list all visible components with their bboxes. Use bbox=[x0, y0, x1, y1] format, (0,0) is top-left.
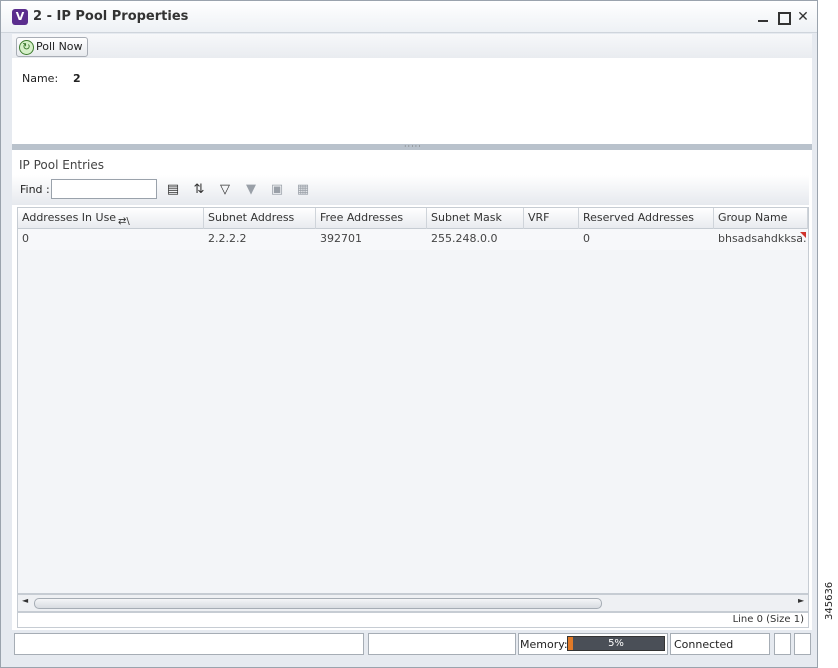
export-icon[interactable]: ▤ bbox=[164, 181, 182, 199]
cell-vrf bbox=[524, 229, 579, 250]
column-header-reserved-addresses[interactable]: Reserved Addresses bbox=[579, 208, 714, 229]
horizontal-scrollbar[interactable]: ◄ ► bbox=[17, 594, 809, 612]
app-logo-icon: V bbox=[12, 9, 28, 25]
print-icon[interactable]: ▦ bbox=[294, 181, 312, 199]
poll-now-button[interactable]: ↻ Poll Now bbox=[16, 37, 88, 57]
column-header-subnet-mask[interactable]: Subnet Mask bbox=[427, 208, 524, 229]
cell-free-addresses: 392701 bbox=[320, 232, 362, 245]
cell-reserved-addresses: 0 bbox=[583, 232, 590, 245]
figure-id: 345636 bbox=[824, 581, 835, 620]
scrollbar-thumb[interactable] bbox=[34, 598, 602, 609]
column-header-vrf[interactable]: VRF bbox=[524, 208, 579, 229]
column-header-subnet-address[interactable]: Subnet Address bbox=[204, 208, 316, 229]
maximize-icon[interactable] bbox=[775, 9, 791, 25]
poll-now-label: Poll Now bbox=[36, 40, 83, 53]
copy-icon[interactable]: ▣ bbox=[268, 181, 286, 199]
section-title: IP Pool Entries bbox=[19, 158, 105, 172]
sort-indicator-icon: ⇄\ bbox=[118, 216, 130, 227]
memory-bar: 5% bbox=[567, 636, 665, 651]
splitter-grip-icon[interactable]: ····· bbox=[404, 143, 422, 151]
line-status: Line 0 (Size 1) bbox=[732, 614, 804, 625]
column-header-addresses-in-use[interactable]: Addresses In Use ⇄\ bbox=[18, 208, 204, 229]
cell-group-name: bhsadsahdkksa... bbox=[718, 232, 806, 245]
cell-subnet-mask: 255.248.0.0 bbox=[431, 232, 498, 245]
table-row[interactable]: 0 2.2.2.2 392701 255.248.0.0 0 bhsadsahd… bbox=[18, 229, 808, 250]
connection-status: Connected bbox=[674, 638, 734, 651]
memory-label: Memory: bbox=[520, 638, 568, 651]
advanced-filter-icon[interactable]: ▼ bbox=[242, 181, 260, 199]
status-field-1 bbox=[14, 633, 364, 655]
cell-addresses-in-use: 0 bbox=[22, 232, 29, 245]
filter-icon[interactable]: ▽ bbox=[216, 181, 234, 199]
name-value: 2 bbox=[73, 72, 81, 85]
column-header-group-name[interactable]: Group Name bbox=[714, 208, 808, 229]
memory-percent: 5% bbox=[608, 638, 624, 649]
entries-table: Addresses In Use ⇄\ Subnet Address Free … bbox=[17, 207, 809, 594]
line-status-bar: Line 0 (Size 1) bbox=[17, 612, 809, 628]
refresh-icon: ↻ bbox=[19, 39, 34, 55]
truncation-marker-icon bbox=[800, 232, 806, 238]
top-toolbar: ↻ Poll Now bbox=[12, 34, 812, 58]
scroll-left-icon[interactable]: ◄ bbox=[22, 596, 28, 605]
title-bar[interactable]: V 2 - IP Pool Properties ✕ bbox=[1, 1, 817, 33]
minimize-icon[interactable] bbox=[755, 9, 771, 25]
close-icon[interactable]: ✕ bbox=[795, 9, 811, 25]
find-toolbar: Find : ▤ ⇅ ▽ ▼ ▣ ▦ bbox=[12, 175, 809, 205]
status-field-5 bbox=[774, 633, 791, 655]
column-header-free-addresses[interactable]: Free Addresses bbox=[316, 208, 427, 229]
status-bar: Memory: 5% Connected bbox=[1, 631, 819, 657]
status-field-2 bbox=[368, 633, 516, 655]
scroll-right-icon[interactable]: ► bbox=[798, 596, 804, 605]
find-label: Find : bbox=[20, 183, 50, 196]
column-header-label: Addresses In Use bbox=[22, 211, 117, 224]
entries-panel: IP Pool Entries Find : ▤ ⇅ ▽ ▼ ▣ ▦ Addre… bbox=[12, 150, 812, 630]
find-input[interactable] bbox=[51, 179, 157, 199]
cell-subnet-address: 2.2.2.2 bbox=[208, 232, 247, 245]
window-title: 2 - IP Pool Properties bbox=[33, 9, 189, 24]
status-field-6 bbox=[794, 633, 811, 655]
table-header: Addresses In Use ⇄\ Subnet Address Free … bbox=[18, 208, 808, 229]
properties-panel: ↻ Poll Now Name: 2 bbox=[12, 34, 812, 144]
name-label: Name: bbox=[22, 72, 59, 85]
ip-pool-properties-window: V 2 - IP Pool Properties ✕ ↻ Poll Now Na… bbox=[0, 0, 818, 668]
sort-az-icon[interactable]: ⇅ bbox=[190, 181, 208, 199]
